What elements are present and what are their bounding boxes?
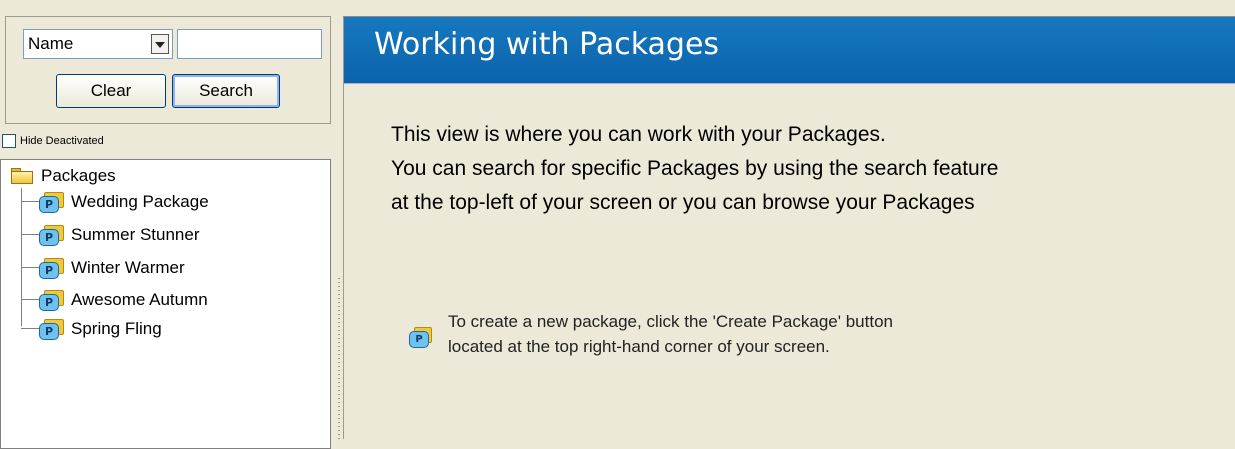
intro-line: at the top-left of your screen or you ca… — [391, 191, 975, 214]
search-field-select[interactable]: Name — [23, 29, 173, 59]
package-icon: P — [39, 319, 64, 340]
intro-line: This view is where you can work with you… — [391, 123, 886, 146]
chevron-down-icon[interactable] — [151, 34, 169, 54]
main-panel: Working with Packages This view is where… — [343, 17, 1235, 439]
panel-splitter[interactable] — [336, 0, 343, 439]
page-header: Working with Packages — [344, 17, 1235, 84]
package-hint-icon: P — [408, 321, 440, 353]
hide-deactivated-checkbox[interactable] — [2, 134, 16, 148]
package-icon: P — [39, 290, 64, 311]
page-title: Working with Packages — [374, 27, 720, 62]
hint-line: located at the top right-hand corner of … — [448, 337, 830, 356]
tree-item-label: Wedding Package — [71, 192, 209, 211]
package-icon: P — [39, 258, 64, 279]
tree-item-label: Winter Warmer — [71, 258, 185, 277]
splitter-grip[interactable] — [338, 278, 340, 439]
clear-button[interactable]: Clear — [56, 74, 166, 108]
intro-text: This view is where you can work with you… — [391, 118, 998, 220]
tree-item-label: Spring Fling — [71, 319, 162, 338]
package-icon: P — [39, 192, 64, 213]
create-package-hint: To create a new package, click the 'Crea… — [448, 309, 893, 359]
left-panel: Name Clear Search Hide Deactivated Packa… — [0, 0, 336, 449]
tree-item-label: Summer Stunner — [71, 225, 200, 244]
intro-line: You can search for specific Packages by … — [391, 157, 999, 180]
tree-root-label: Packages — [41, 166, 116, 185]
folder-icon — [11, 168, 33, 184]
search-input[interactable] — [177, 29, 322, 59]
hide-deactivated-label: Hide Deactivated — [20, 135, 104, 147]
search-button[interactable]: Search — [172, 74, 280, 108]
packages-tree: Packages P Wedding Package P Summer Stun… — [0, 159, 331, 449]
package-icon: P — [39, 225, 64, 246]
tree-connector-line — [21, 188, 22, 326]
hint-line: To create a new package, click the 'Crea… — [448, 312, 893, 331]
tree-item-label: Awesome Autumn — [71, 290, 208, 309]
search-field-select-value: Name — [28, 34, 74, 53]
search-panel: Name Clear Search — [5, 16, 331, 124]
